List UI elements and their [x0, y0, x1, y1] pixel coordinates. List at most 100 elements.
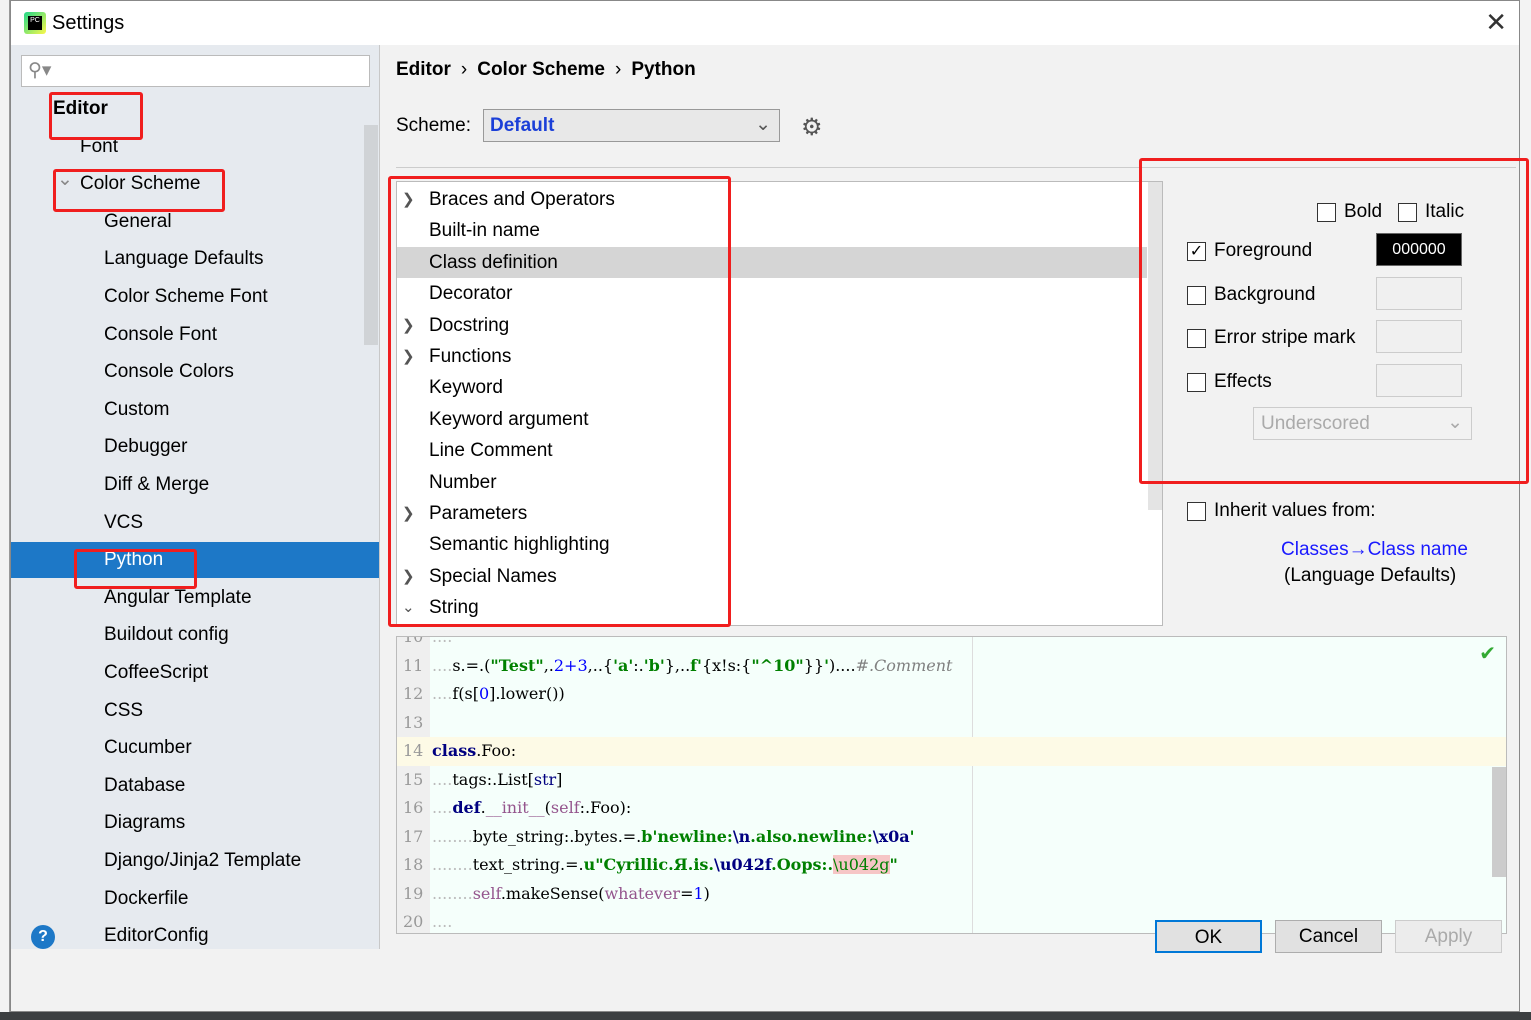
code-preview[interactable]: ✔ 10.... 11 ....s.=.("Test",.2+3,..{'a':.'… [396, 636, 1507, 934]
sidebar-item-label: Dockerfile [104, 887, 189, 909]
code-line: 14 class.Foo: [397, 737, 1506, 766]
sidebar-item-label: EditorConfig [104, 925, 209, 947]
code-token: class [432, 741, 477, 760]
code-token: ,..{ [587, 655, 614, 675]
code-token: .... [432, 798, 453, 817]
highlight-box [388, 176, 731, 627]
sidebar-item-css[interactable]: CSS [11, 693, 143, 729]
highlight-box [49, 92, 143, 140]
sidebar-item-label: Color Scheme Font [104, 286, 268, 307]
highlight-box [74, 549, 197, 589]
code-token: def [452, 798, 481, 817]
line-number: 11 [403, 655, 424, 675]
line-number: 10 [403, 636, 424, 646]
line-number: 20 [403, 912, 424, 931]
code-text: ........byte_string:.bytes.=.b'newline:\… [432, 823, 915, 852]
sidebar-item-cucumber[interactable]: Cucumber [11, 730, 192, 766]
sidebar-scrollbar[interactable] [364, 125, 378, 345]
code-token: self [472, 883, 501, 903]
sidebar-item-database[interactable]: Database [11, 768, 185, 804]
scheme-value: Default [490, 115, 555, 136]
code-token: text_string.=. [472, 855, 584, 874]
code-token: tags:.List[ [452, 769, 534, 789]
sidebar-item-django-jinja2-template[interactable]: Django/Jinja2 Template [11, 843, 301, 879]
code-text: ........self.makeSense(whatever=1) [432, 880, 710, 909]
code-token: ) [703, 883, 710, 903]
sidebar-item-console-colors[interactable]: Console Colors [11, 354, 234, 390]
code-line: 19 ........self.makeSense(whatever=1) [397, 880, 1506, 909]
code-token: .... [432, 636, 453, 646]
code-token: = [680, 883, 694, 903]
sidebar-item-debugger[interactable]: Debugger [11, 429, 187, 465]
code-text: ....def.__init__(self:.Foo): [432, 794, 631, 823]
sidebar-item-label: Database [104, 774, 186, 796]
sidebar-item-language-defaults[interactable]: Language Defaults [11, 241, 264, 277]
code-line: 17 ........byte_string:.bytes.=.b'newline… [397, 823, 1506, 852]
sidebar-item-coffeescript[interactable]: CoffeeScript [11, 655, 208, 691]
sidebar-item-color-scheme-font[interactable]: Color Scheme Font [11, 279, 268, 315]
apply-button[interactable]: Apply [1395, 920, 1502, 953]
scheme-dropdown[interactable]: Default ⌄ [483, 109, 780, 142]
code-token: ' [909, 826, 915, 846]
sidebar-item-label: Django/Jinja2 Template [104, 850, 302, 871]
code-token: \x0a [872, 826, 910, 846]
sidebar-item-label: Language Defaults [104, 248, 264, 270]
sidebar-item-label: Buildout config [104, 624, 229, 646]
sidebar-item-diagrams[interactable]: Diagrams [11, 805, 185, 841]
inherit-checkbox[interactable]: Inherit values from: [1187, 500, 1376, 522]
code-token: f' [690, 655, 702, 675]
code-token: ........ [432, 855, 473, 874]
breadcrumb-item[interactable]: Editor [396, 59, 451, 80]
sidebar-item-label: Diff & Merge [104, 474, 210, 495]
taskbar [0, 1012, 1531, 1020]
code-line: 11 ....s.=.("Test",.2+3,..{'a':.'b'},..f'… [397, 652, 1506, 681]
code-token: }} [803, 655, 825, 675]
code-text: ....f(s[0].lower()) [432, 680, 565, 709]
sidebar-item-diff-merge[interactable]: Diff & Merge [11, 467, 209, 503]
search-icon: ⚲▾ [28, 60, 52, 81]
cancel-button[interactable]: Cancel [1275, 920, 1382, 953]
line-number: 13 [403, 712, 424, 732]
code-token: ].lower()) [489, 684, 565, 703]
inherit-link[interactable]: Classes→Class name [1281, 539, 1468, 561]
sidebar-item-vcs[interactable]: VCS [11, 505, 143, 541]
code-token: b'newline: [641, 826, 733, 846]
code-line: 18 ........text_string.=.u"Cyrillic.Я.is.… [397, 851, 1506, 880]
scheme-label: Scheme: [396, 115, 471, 136]
title-bar: PC Settings ✕ [11, 1, 1519, 45]
code-text: ....tags:.List[str] [432, 766, 562, 795]
code-token: __init__ [485, 798, 545, 817]
sidebar-item-custom[interactable]: Custom [11, 392, 169, 428]
sidebar-item-label: General [104, 210, 172, 232]
line-number: 19 [403, 883, 424, 903]
close-icon[interactable]: ✕ [1485, 7, 1507, 38]
code-token: #.Comment [855, 655, 953, 675]
line-number: 14 [403, 741, 424, 760]
code-line: 15 ....tags:.List[str] [397, 766, 1506, 795]
sidebar-item-label: CoffeeScript [104, 662, 209, 683]
code-text: ....s.=.("Test",.2+3,..{'a':.'b'},..f'{x… [432, 652, 952, 681]
ok-button[interactable]: OK [1155, 920, 1262, 953]
line-number: 18 [403, 855, 424, 874]
window-title: Settings [52, 12, 125, 34]
sidebar-item-label: CSS [104, 699, 144, 721]
sidebar-item-console-font[interactable]: Console Font [11, 317, 217, 353]
gear-icon[interactable]: ⚙ [801, 113, 823, 142]
sidebar-item-buildout-config[interactable]: Buildout config [11, 617, 229, 653]
code-token: ,. [543, 655, 554, 675]
code-token: .... [432, 655, 453, 675]
sidebar-item-label: Diagrams [104, 812, 186, 834]
code-token: ] [556, 769, 563, 789]
code-token: f(s[ [452, 684, 479, 703]
help-icon[interactable]: ? [31, 925, 55, 949]
search-input[interactable]: ⚲▾ [21, 55, 370, 87]
inherit-source: (Language Defaults) [1284, 565, 1457, 586]
code-line: 13 [397, 709, 1506, 738]
sidebar-item-dockerfile[interactable]: Dockerfile [11, 881, 188, 917]
code-token: ........ [432, 883, 473, 903]
breadcrumb-item[interactable]: Color Scheme [477, 59, 605, 80]
code-token: :. [633, 655, 644, 675]
background-app [0, 0, 10, 1020]
breadcrumb-item[interactable]: Python [631, 59, 695, 80]
breadcrumb-separator: › [614, 59, 622, 80]
